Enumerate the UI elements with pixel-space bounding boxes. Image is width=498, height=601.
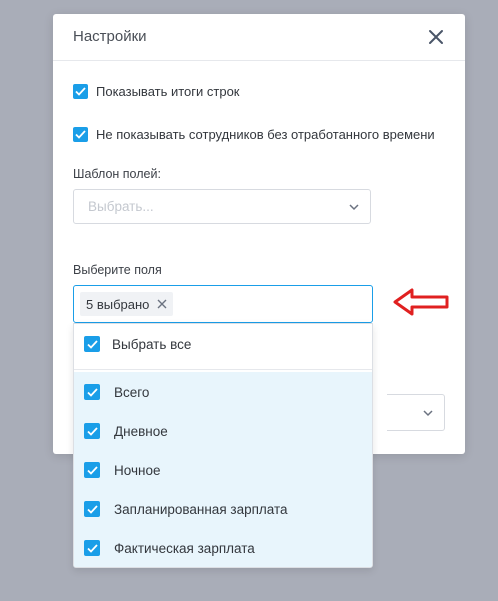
field-option-day[interactable]: Дневное bbox=[84, 423, 168, 439]
checkbox-checked-icon[interactable] bbox=[84, 336, 100, 352]
hide-employees-no-time-option[interactable]: Не показывать сотрудников без отработанн… bbox=[73, 127, 435, 142]
chip-remove-icon[interactable] bbox=[157, 299, 167, 309]
template-label: Шаблон полей: bbox=[73, 167, 161, 181]
field-option-planned-salary[interactable]: Запланированная зарплата bbox=[84, 501, 288, 517]
fields-multiselect[interactable]: 5 выбрано bbox=[73, 285, 373, 323]
option-label: Показывать итоги строк bbox=[96, 84, 240, 99]
chip-label: 5 выбрано bbox=[86, 296, 150, 312]
fields-dropdown: Выбрать все Всего Дневное Ночное Заплани bbox=[73, 323, 373, 568]
select-all-option[interactable]: Выбрать все bbox=[84, 336, 191, 352]
modal-title: Настройки bbox=[73, 28, 147, 45]
select-all-label: Выбрать все bbox=[112, 336, 192, 352]
fields-label: Выберите поля bbox=[73, 263, 162, 277]
partially-hidden-select[interactable] bbox=[387, 394, 445, 431]
checkbox-checked-icon[interactable] bbox=[84, 423, 100, 439]
option-label: Не показывать сотрудников без отработанн… bbox=[96, 127, 435, 142]
fields-list: Всего Дневное Ночное Запланированная зар… bbox=[74, 372, 372, 567]
checkbox-checked-icon[interactable] bbox=[73, 84, 88, 99]
dropdown-divider bbox=[74, 369, 372, 370]
field-option-night[interactable]: Ночное bbox=[84, 462, 160, 478]
selected-count-chip: 5 выбрано bbox=[80, 292, 174, 316]
annotation-arrow-icon bbox=[393, 288, 449, 316]
field-option-total[interactable]: Всего bbox=[84, 384, 149, 400]
field-option-label: Всего bbox=[114, 384, 150, 400]
field-option-label: Фактическая зарплата bbox=[114, 540, 255, 556]
checkbox-checked-icon[interactable] bbox=[84, 462, 100, 478]
close-icon[interactable] bbox=[427, 28, 445, 46]
checkbox-checked-icon[interactable] bbox=[84, 540, 100, 556]
checkbox-checked-icon[interactable] bbox=[73, 127, 88, 142]
checkbox-checked-icon[interactable] bbox=[84, 501, 100, 517]
checkbox-checked-icon[interactable] bbox=[84, 384, 100, 400]
template-select[interactable]: Выбрать... bbox=[73, 189, 371, 224]
show-row-totals-option[interactable]: Показывать итоги строк bbox=[73, 84, 240, 99]
field-option-label: Ночное bbox=[114, 462, 161, 478]
modal-header: Настройки bbox=[53, 14, 465, 61]
chevron-down-icon bbox=[423, 410, 433, 417]
field-option-label: Дневное bbox=[114, 423, 168, 439]
field-option-actual-salary[interactable]: Фактическая зарплата bbox=[84, 540, 255, 556]
chevron-down-icon bbox=[349, 204, 359, 211]
field-option-label: Запланированная зарплата bbox=[114, 501, 288, 517]
template-placeholder: Выбрать... bbox=[88, 199, 154, 214]
